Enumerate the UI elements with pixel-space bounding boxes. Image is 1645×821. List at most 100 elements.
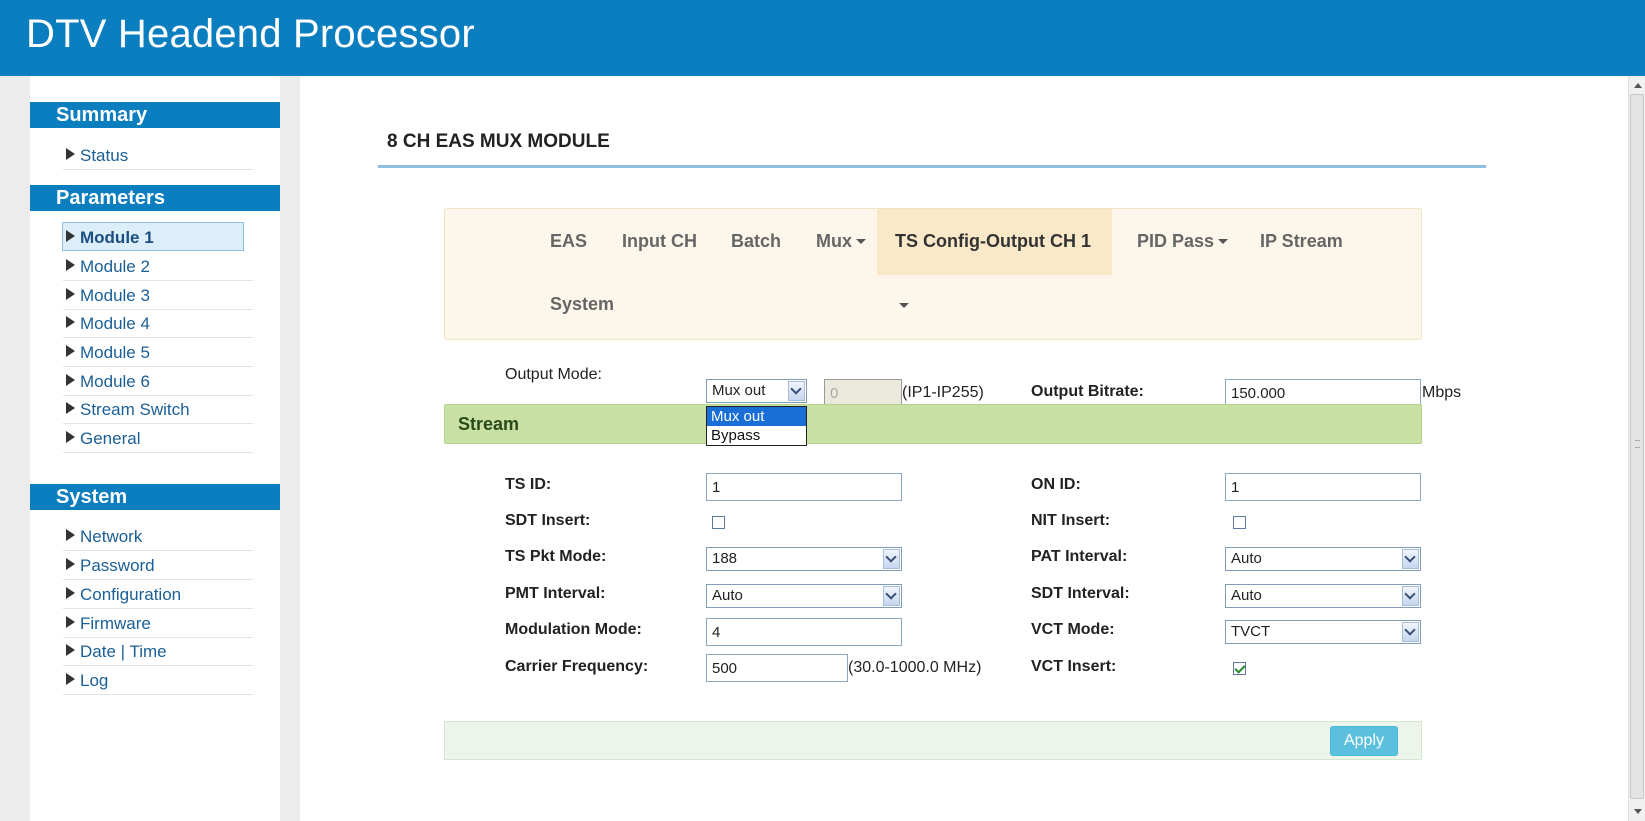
output-mode-select[interactable]: Mux out — [706, 379, 807, 403]
triangle-right-icon — [66, 288, 75, 300]
triangle-right-icon — [66, 345, 75, 357]
tab-bar: EAS Input CH Batch Mux TS Config-Output … — [444, 208, 1422, 340]
tab-pid-pass[interactable]: PID Pass — [1119, 209, 1246, 275]
sidebar-item-module-3[interactable]: Module 3 — [63, 281, 253, 310]
modulation-mode-label: Modulation Mode: — [505, 621, 642, 638]
carrier-frequency-label: Carrier Frequency: — [505, 658, 649, 675]
pat-interval-select[interactable]: Auto — [1225, 547, 1421, 571]
sidebar-item-log[interactable]: Log — [63, 666, 253, 695]
caret-down-icon — [899, 303, 909, 308]
app-title: DTV Headend Processor — [26, 12, 475, 56]
main-content: 8 CH EAS MUX MODULE EAS Input CH Batch M… — [300, 76, 1628, 821]
on-id-input[interactable] — [1225, 473, 1421, 501]
output-bitrate-label: Output Bitrate: — [1031, 383, 1144, 400]
triangle-right-icon — [66, 230, 75, 242]
triangle-right-icon — [66, 587, 75, 599]
grip-icon — [1635, 440, 1640, 448]
ip-number-input — [824, 379, 902, 407]
caret-down-icon — [856, 239, 866, 244]
triangle-right-icon — [66, 673, 75, 685]
modulation-mode-input[interactable] — [706, 618, 902, 646]
vct-mode-label: VCT Mode: — [1031, 621, 1115, 638]
pat-interval-label: PAT Interval: — [1031, 548, 1128, 565]
triangle-right-icon — [66, 529, 75, 541]
sidebar-item-module-1[interactable]: Module 1 — [62, 222, 244, 251]
vertical-scrollbar[interactable] — [1628, 76, 1645, 821]
pmt-interval-label: PMT Interval: — [505, 585, 606, 602]
sidebar-item-configuration[interactable]: Configuration — [63, 580, 253, 609]
ts-pkt-mode-select[interactable]: 188 — [706, 547, 902, 571]
tab-eas[interactable]: EAS — [532, 209, 605, 275]
sidebar-section-parameters: Parameters — [30, 185, 280, 211]
sidebar-item-status[interactable]: Status — [63, 141, 253, 170]
sidebar-item-password[interactable]: Password — [63, 551, 253, 580]
tab-input-ch[interactable]: Input CH — [604, 209, 715, 275]
caret-down-icon — [1218, 239, 1229, 244]
chevron-down-icon — [1402, 549, 1419, 569]
sidebar-section-summary: Summary — [30, 102, 280, 128]
ip-range-hint: (IP1-IP255) — [902, 384, 984, 401]
output-mode-label: Output Mode: — [505, 366, 602, 383]
sdt-interval-select[interactable]: Auto — [1225, 584, 1421, 608]
output-bitrate-unit: Mbps — [1422, 384, 1462, 401]
apply-button[interactable]: Apply — [1330, 726, 1398, 756]
ts-id-input[interactable] — [706, 473, 902, 501]
ts-pkt-mode-label: TS Pkt Mode: — [505, 548, 607, 565]
sidebar-section-system: System — [30, 484, 280, 510]
triangle-right-icon — [66, 616, 75, 628]
on-id-label: ON ID: — [1031, 476, 1081, 493]
scroll-up-icon[interactable] — [1631, 79, 1643, 91]
carrier-frequency-hint: (30.0-1000.0 MHz) — [848, 659, 982, 676]
triangle-right-icon — [66, 148, 75, 160]
action-bar: Apply — [444, 721, 1422, 760]
chevron-down-icon — [1402, 586, 1419, 606]
output-bitrate-input[interactable] — [1225, 379, 1421, 407]
app-header: DTV Headend Processor — [0, 0, 1645, 76]
sidebar-item-firmware[interactable]: Firmware — [63, 609, 253, 638]
tab-system[interactable]: System — [532, 272, 632, 338]
triangle-right-icon — [66, 316, 75, 328]
sidebar-item-module-6[interactable]: Module 6 — [63, 367, 253, 396]
sidebar-item-module-2[interactable]: Module 2 — [63, 252, 253, 281]
pmt-interval-select[interactable]: Auto — [706, 584, 902, 608]
triangle-right-icon — [66, 558, 75, 570]
triangle-right-icon — [66, 402, 75, 414]
sidebar-item-network[interactable]: Network — [63, 522, 253, 551]
sidebar-item-general[interactable]: General — [63, 424, 253, 453]
sdt-insert-checkbox[interactable] — [712, 516, 725, 529]
vct-mode-select[interactable]: TVCT — [1225, 620, 1421, 644]
tab-ts-config-output-ch1[interactable]: TS Config-Output CH 1 — [877, 209, 1112, 308]
sidebar-item-module-5[interactable]: Module 5 — [63, 338, 253, 367]
stream-section-title: Stream — [458, 414, 520, 434]
nit-insert-checkbox[interactable] — [1233, 516, 1246, 529]
tab-mux[interactable]: Mux — [798, 209, 884, 275]
triangle-right-icon — [66, 431, 75, 443]
chevron-down-icon — [788, 381, 805, 401]
output-mode-dropdown-list: Mux out Bypass — [706, 406, 807, 446]
tab-batch[interactable]: Batch — [713, 209, 799, 275]
scroll-thumb[interactable] — [1630, 94, 1644, 799]
tab-ip-stream[interactable]: IP Stream — [1242, 209, 1361, 275]
nit-insert-label: NIT Insert: — [1031, 512, 1111, 529]
sidebar-item-date-time[interactable]: Date | Time — [63, 637, 253, 666]
triangle-right-icon — [66, 644, 75, 656]
triangle-right-icon — [66, 259, 75, 271]
sdt-interval-label: SDT Interval: — [1031, 585, 1130, 602]
title-divider — [378, 165, 1486, 168]
vct-insert-checkbox[interactable] — [1233, 662, 1246, 675]
sidebar-item-stream-switch[interactable]: Stream Switch — [63, 395, 253, 424]
stream-section-header: Stream — [444, 404, 1422, 444]
vct-insert-label: VCT Insert: — [1031, 658, 1117, 675]
sidebar: Summary Status Parameters Module 1 Modul… — [30, 76, 280, 821]
ts-id-label: TS ID: — [505, 476, 552, 493]
option-bypass[interactable]: Bypass — [707, 426, 806, 445]
chevron-down-icon — [883, 586, 900, 606]
sdt-insert-label: SDT Insert: — [505, 512, 591, 529]
page-title: 8 CH EAS MUX MODULE — [387, 131, 610, 152]
sidebar-item-module-4[interactable]: Module 4 — [63, 309, 253, 338]
scroll-down-icon[interactable] — [1631, 806, 1643, 818]
carrier-frequency-input[interactable] — [706, 654, 848, 682]
triangle-right-icon — [66, 374, 75, 386]
chevron-down-icon — [883, 549, 900, 569]
option-mux-out[interactable]: Mux out — [707, 407, 806, 426]
